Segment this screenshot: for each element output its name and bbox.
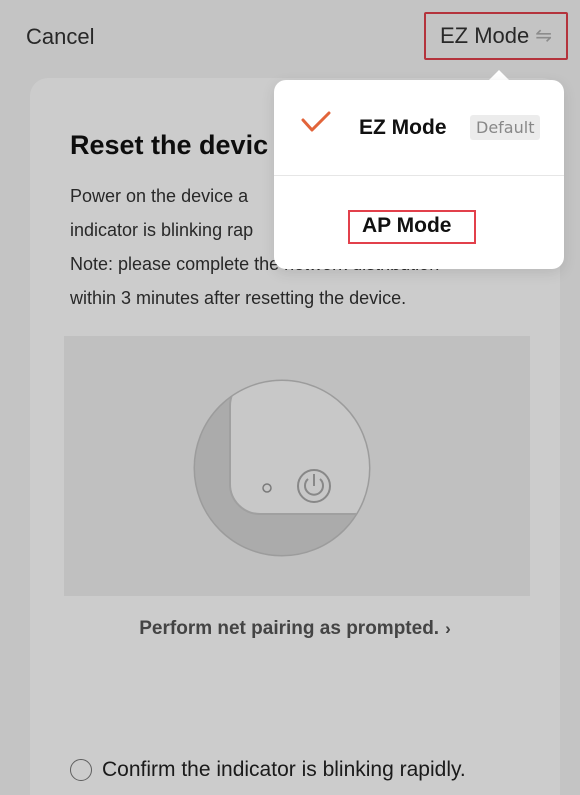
default-badge: Default — [470, 115, 541, 140]
check-icon — [301, 111, 331, 132]
screen: Cancel EZ Mode ⇋ Reset the devic Power o… — [0, 0, 580, 795]
option-label: EZ Mode — [359, 116, 447, 139]
option-ap-mode[interactable]: AP Mode — [274, 176, 564, 269]
option-ez-mode[interactable]: EZ Mode Default — [274, 80, 564, 175]
mode-dropdown: EZ Mode Default AP Mode — [274, 80, 564, 269]
option-label: AP Mode — [362, 214, 452, 237]
